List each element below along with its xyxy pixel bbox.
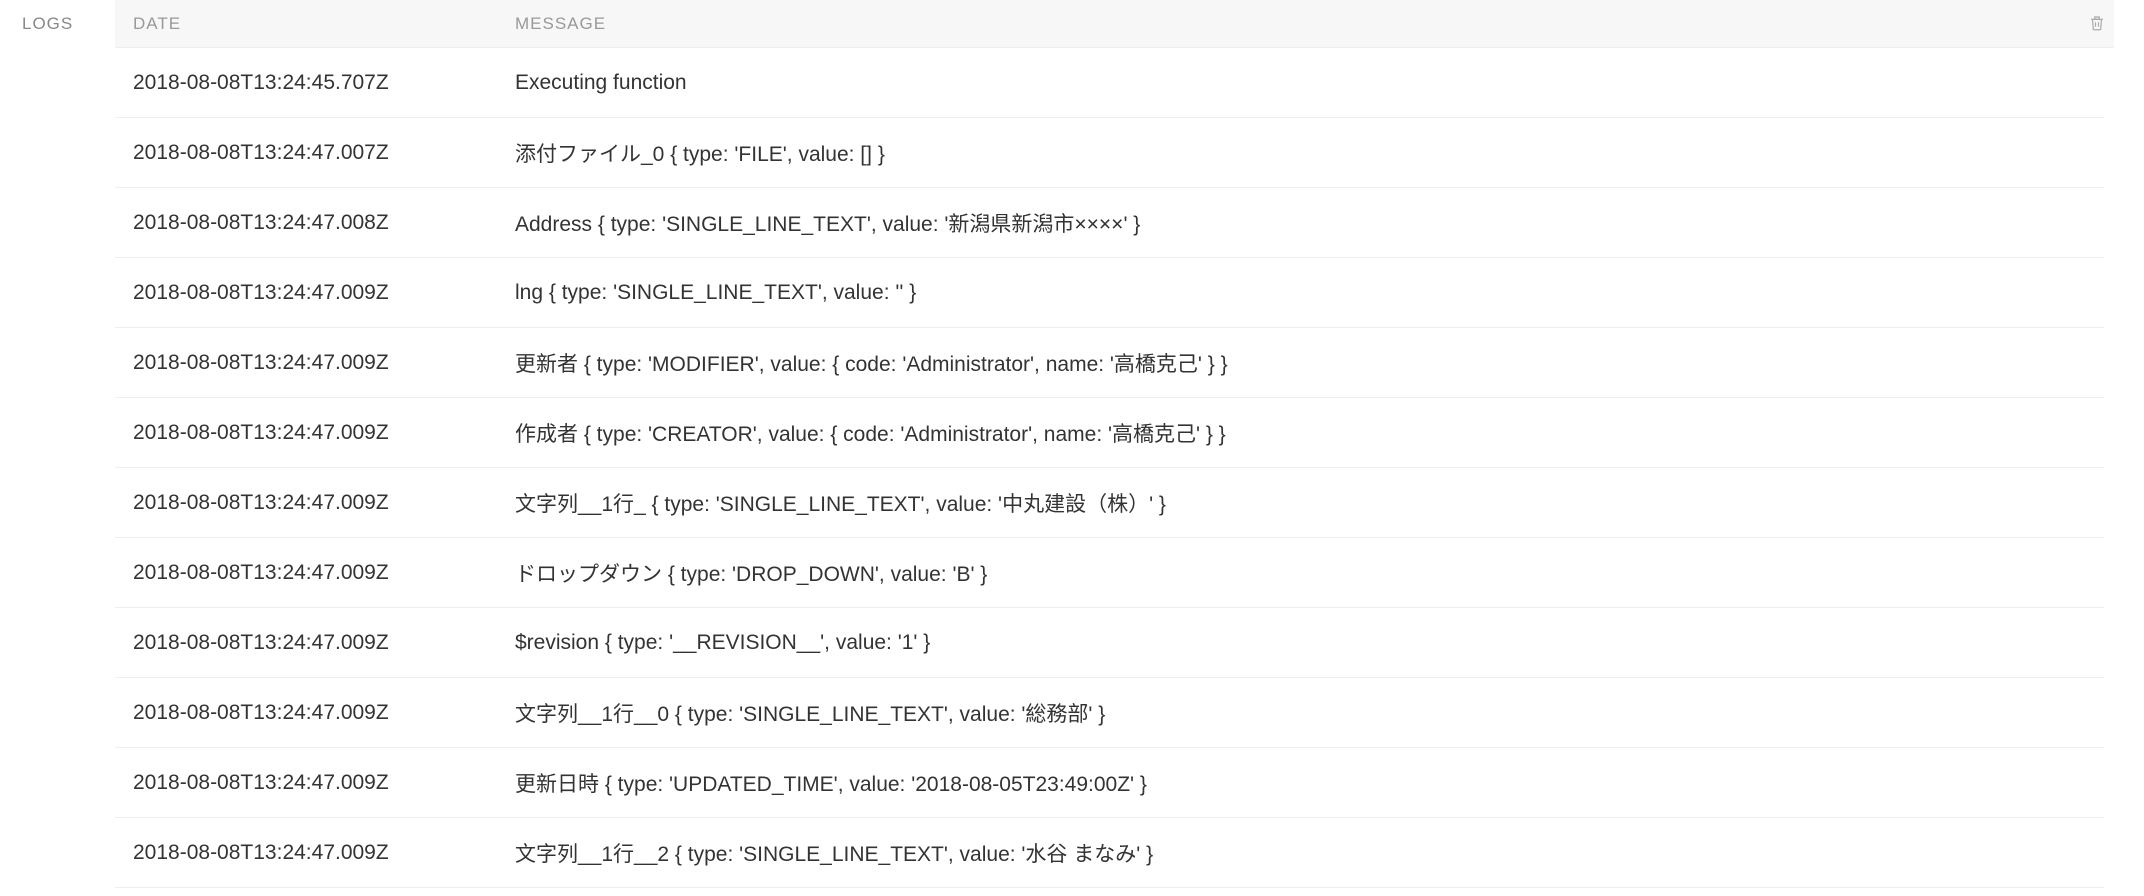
log-message: 添付ファイル_0 { type: 'FILE', value: [] } — [515, 138, 2104, 168]
log-date: 2018-08-08T13:24:47.007Z — [115, 141, 515, 165]
log-message: lng { type: 'SINGLE_LINE_TEXT', value: '… — [515, 281, 2104, 305]
log-date: 2018-08-08T13:24:47.008Z — [115, 211, 515, 235]
log-date: 2018-08-08T13:24:47.009Z — [115, 701, 515, 725]
log-row[interactable]: 2018-08-08T13:24:47.009Zlng { type: 'SIN… — [115, 258, 2104, 328]
log-date: 2018-08-08T13:24:47.009Z — [115, 351, 515, 375]
log-date: 2018-08-08T13:24:47.009Z — [115, 771, 515, 795]
logs-label: LOGS — [0, 14, 115, 34]
log-date: 2018-08-08T13:24:47.009Z — [115, 631, 515, 655]
log-message: 文字列__1行__2 { type: 'SINGLE_LINE_TEXT', v… — [515, 838, 2104, 868]
column-header-date: DATE — [115, 14, 515, 34]
log-row[interactable]: 2018-08-08T13:24:47.009Z$revision { type… — [115, 608, 2104, 678]
column-header-message: MESSAGE — [515, 14, 2074, 34]
log-date: 2018-08-08T13:24:47.009Z — [115, 561, 515, 585]
log-row[interactable]: 2018-08-08T13:24:47.008ZAddress { type: … — [115, 188, 2104, 258]
log-row[interactable]: 2018-08-08T13:24:45.707ZExecuting functi… — [115, 48, 2104, 118]
log-row[interactable]: 2018-08-08T13:24:47.009Z文字列__1行_ { type:… — [115, 468, 2104, 538]
log-message: 更新者 { type: 'MODIFIER', value: { code: '… — [515, 348, 2104, 378]
log-message: 作成者 { type: 'CREATOR', value: { code: 'A… — [515, 418, 2104, 448]
log-message: 文字列__1行_ { type: 'SINGLE_LINE_TEXT', val… — [515, 488, 2104, 518]
logs-panel: DATE MESSAGE 2018-08-08T13:24:45.707ZExe… — [115, 0, 2144, 888]
log-row[interactable]: 2018-08-08T13:24:47.009Z文字列__1行__0 { typ… — [115, 678, 2104, 748]
log-row[interactable]: 2018-08-08T13:24:47.009Z更新日時 { type: 'UP… — [115, 748, 2104, 818]
trash-icon[interactable] — [2088, 14, 2106, 34]
log-date: 2018-08-08T13:24:47.009Z — [115, 841, 515, 865]
log-date: 2018-08-08T13:24:47.009Z — [115, 281, 515, 305]
log-row[interactable]: 2018-08-08T13:24:47.009Zドロップダウン { type: … — [115, 538, 2104, 608]
log-message: Address { type: 'SINGLE_LINE_TEXT', valu… — [515, 208, 2104, 238]
log-message: 文字列__1行__0 { type: 'SINGLE_LINE_TEXT', v… — [515, 698, 2104, 728]
log-message: ドロップダウン { type: 'DROP_DOWN', value: 'B' … — [515, 558, 2104, 588]
log-row[interactable]: 2018-08-08T13:24:47.009Z文字列__1行__2 { typ… — [115, 818, 2104, 888]
log-row[interactable]: 2018-08-08T13:24:47.007Z添付ファイル_0 { type:… — [115, 118, 2104, 188]
log-date: 2018-08-08T13:24:45.707Z — [115, 71, 515, 95]
log-message: Executing function — [515, 71, 2104, 95]
log-date: 2018-08-08T13:24:47.009Z — [115, 491, 515, 515]
logs-header: DATE MESSAGE — [115, 0, 2114, 48]
log-row[interactable]: 2018-08-08T13:24:47.009Z作成者 { type: 'CRE… — [115, 398, 2104, 468]
log-message: $revision { type: '__REVISION__', value:… — [515, 631, 2104, 655]
log-date: 2018-08-08T13:24:47.009Z — [115, 421, 515, 445]
log-row[interactable]: 2018-08-08T13:24:47.009Z更新者 { type: 'MOD… — [115, 328, 2104, 398]
sidebar: LOGS — [0, 0, 115, 888]
log-message: 更新日時 { type: 'UPDATED_TIME', value: '201… — [515, 768, 2104, 798]
logs-rows: 2018-08-08T13:24:45.707ZExecuting functi… — [115, 48, 2114, 888]
